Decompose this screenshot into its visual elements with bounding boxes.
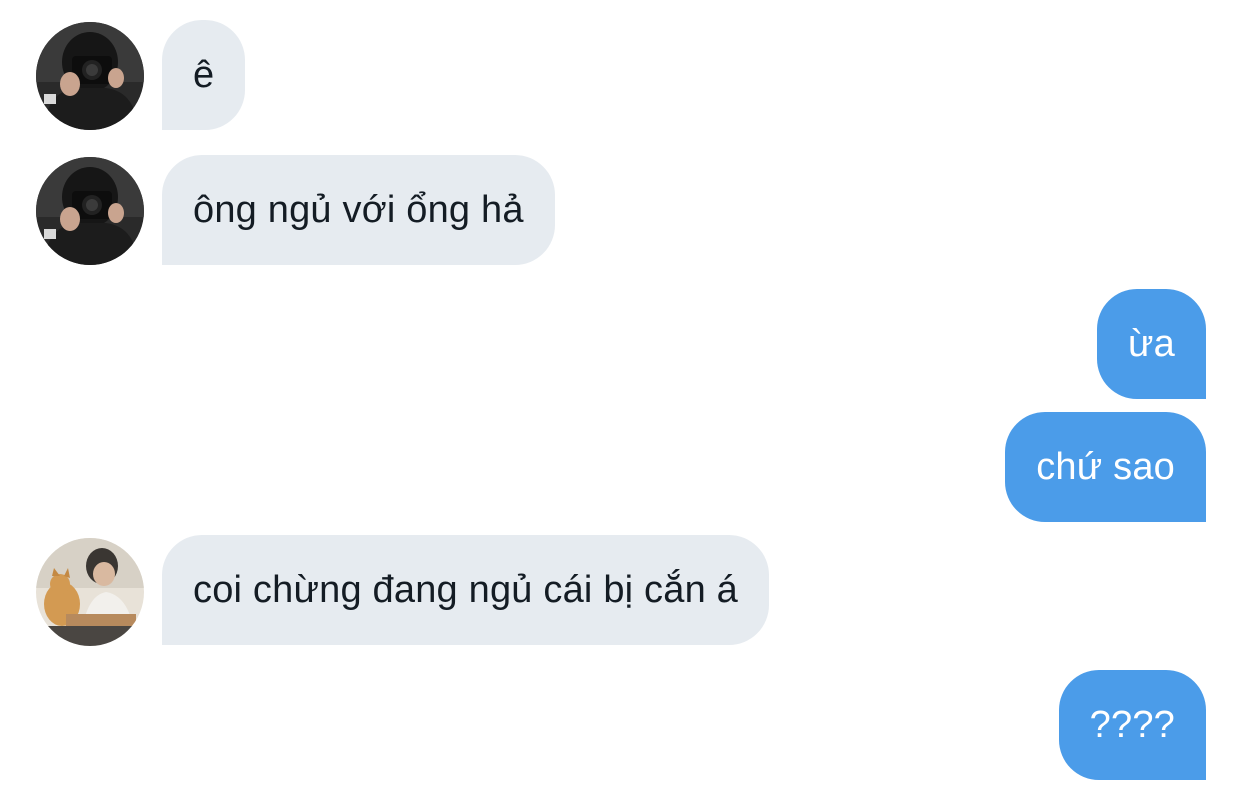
- message-text: ừa: [1128, 323, 1175, 365]
- outgoing-message-bubble[interactable]: ????: [1058, 670, 1206, 780]
- message-text: ê: [193, 54, 215, 96]
- sender-avatar[interactable]: [36, 538, 144, 646]
- outgoing-message-bubble[interactable]: ừa: [1097, 289, 1206, 399]
- outgoing-message-bubble[interactable]: chứ sao: [1005, 412, 1206, 522]
- camera-man-avatar-image: [36, 22, 144, 130]
- message-text: ????: [1089, 704, 1175, 746]
- camera-man-avatar-image: [36, 157, 144, 265]
- message-text: chứ sao: [1036, 446, 1175, 488]
- incoming-message-bubble[interactable]: coi chừng đang ngủ cái bị cắn á: [162, 535, 770, 645]
- sender-avatar[interactable]: [36, 157, 144, 265]
- incoming-message-bubble[interactable]: ông ngủ với ổng hả: [162, 155, 555, 265]
- incoming-message-bubble[interactable]: ê: [162, 20, 246, 130]
- message-text: ông ngủ với ổng hả: [193, 189, 524, 231]
- man-with-cat-avatar-image: [36, 538, 144, 646]
- message-text: coi chừng đang ngủ cái bị cắn á: [193, 569, 739, 611]
- sender-avatar[interactable]: [36, 22, 144, 130]
